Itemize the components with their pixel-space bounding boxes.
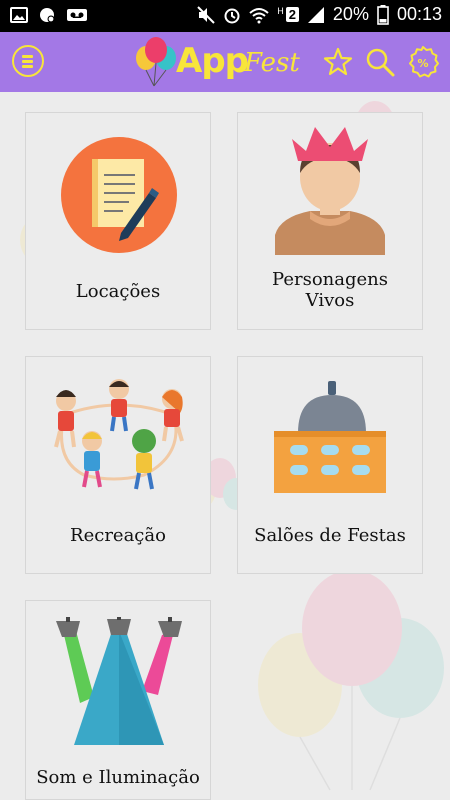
chat-notification-icon	[40, 8, 55, 23]
category-label-line1: Personagens	[272, 269, 388, 290]
stage-lights-icon	[56, 617, 182, 745]
app-bar: App Fest %	[0, 32, 450, 92]
children-playing-icon	[54, 379, 184, 490]
category-card-som-e-iluminacao[interactable]: Som e Iluminação	[25, 600, 211, 800]
wifi-icon	[249, 7, 269, 23]
document-pen-icon	[61, 137, 177, 253]
mute-icon	[197, 5, 215, 24]
logo-text-app: App	[176, 41, 249, 81]
category-card-personagens-vivos[interactable]: Personagens Vivos	[237, 112, 423, 330]
status-bar: H 2 20% 00:13	[0, 0, 450, 32]
category-label: Personagens Vivos	[238, 269, 422, 311]
battery-icon	[377, 4, 389, 25]
svg-text:%: %	[417, 57, 428, 70]
app-logo: App Fest	[132, 36, 322, 88]
character-person-icon	[275, 127, 385, 255]
voicemail-icon	[67, 9, 87, 21]
clock: 00:13	[396, 4, 442, 24]
party-hall-icon	[274, 381, 386, 493]
menu-button[interactable]	[12, 45, 44, 77]
network-type-label: H	[277, 5, 284, 16]
discount-badge-icon[interactable]: %	[406, 45, 440, 79]
gallery-icon	[10, 7, 28, 23]
category-card-locacoes[interactable]: Locações	[25, 112, 211, 330]
category-label: Som e Iluminação	[36, 767, 200, 788]
menu-icon-line	[22, 60, 33, 63]
menu-icon-line	[22, 65, 33, 68]
signal-icon	[307, 6, 324, 23]
battery-percent: 20%	[332, 4, 369, 24]
category-label: Salões de Festas	[254, 525, 406, 546]
alarm-icon	[224, 8, 240, 23]
category-label-line2: Vivos	[305, 290, 355, 311]
category-card-saloes-de-festas[interactable]: Salões de Festas	[237, 356, 423, 574]
category-label: Locações	[75, 281, 161, 302]
sim-indicator: 2	[285, 7, 299, 22]
menu-icon-line	[22, 55, 33, 58]
search-icon[interactable]	[364, 46, 396, 78]
favorites-star-icon[interactable]	[322, 46, 354, 78]
balloons-logo-icon	[136, 37, 176, 87]
logo-text-fest: Fest	[244, 48, 300, 78]
category-card-recreacao[interactable]: Recreação	[25, 356, 211, 574]
category-label: Recreação	[70, 525, 166, 546]
